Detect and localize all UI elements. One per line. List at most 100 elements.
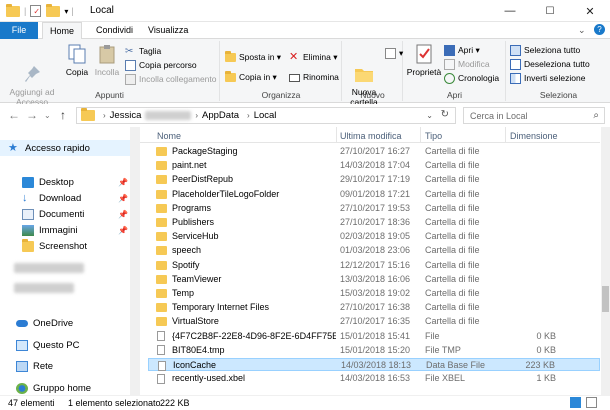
- copy-to-button[interactable]: Copia in ▾: [225, 71, 277, 84]
- delete-button[interactable]: ✕ Elimina ▾: [289, 51, 338, 64]
- rename-button[interactable]: Rinomina: [289, 71, 339, 84]
- tab-file[interactable]: File: [0, 22, 38, 39]
- copy-button[interactable]: Copia: [62, 43, 92, 77]
- file-row[interactable]: PackageStaging 27/10/2017 16:27 Cartella d…: [148, 145, 600, 158]
- customize-qa-icon[interactable]: ▾: [64, 7, 68, 16]
- breadcrumb-user[interactable]: Jessica: [110, 110, 142, 121]
- folder-icon: [156, 317, 167, 327]
- pictures-icon: [22, 224, 34, 236]
- select-all-button[interactable]: Seleziona tutto: [510, 44, 580, 57]
- ribbon-tabs: File Home Condividi Visualizza ⌄ ?: [0, 22, 610, 40]
- up-arrow-icon[interactable]: ↑: [60, 108, 66, 122]
- file-name: BIT80E4.tmp: [172, 344, 225, 355]
- nav-item-documents[interactable]: Documenti 📌: [0, 206, 130, 222]
- nav-item-homegroup[interactable]: Gruppo home: [0, 380, 130, 396]
- new-folder-qa-icon[interactable]: [46, 3, 61, 17]
- column-date[interactable]: Ultima modifica: [340, 131, 402, 141]
- file-row[interactable]: paint.net 14/03/2018 17:04 Cartella di fil…: [148, 159, 600, 172]
- file-name: Publishers: [172, 217, 215, 227]
- file-row[interactable]: PlaceholderTileLogoFolder 09/01/2018 17:2…: [148, 188, 600, 201]
- redacted-username: [145, 111, 192, 120]
- title-bar: | ✓ ▾ | Local — ☐ ✕: [0, 0, 610, 22]
- properties-qa-icon[interactable]: ✓: [30, 5, 42, 17]
- file-list: Nome Ultima modifica Tipo Dimensione Pac…: [140, 127, 610, 395]
- copy-path-button[interactable]: Copia percorso: [125, 59, 197, 72]
- breadcrumb-local[interactable]: Local: [254, 110, 277, 121]
- file-row[interactable]: recently-used.xbel 14/03/2018 16:53 File X…: [148, 372, 600, 385]
- paste-button[interactable]: Incolla: [92, 43, 122, 77]
- file-row[interactable]: BIT80E4.tmp 15/01/2018 15:20 File TMP 0 KB: [148, 344, 600, 357]
- file-date: 01/03/2018 23:06: [340, 245, 411, 256]
- open-button[interactable]: Apri ▾: [444, 44, 480, 57]
- file-row[interactable]: Programs 27/10/2017 19:53 Cartella di file: [148, 202, 600, 215]
- breadcrumb-appdata[interactable]: AppData: [202, 110, 239, 121]
- close-button[interactable]: ✕: [570, 0, 610, 22]
- new-item-button[interactable]: ▾: [385, 47, 403, 60]
- expand-ribbon-icon[interactable]: ⌄: [578, 25, 586, 36]
- cut-button[interactable]: ✂ Taglia: [125, 45, 161, 58]
- address-box[interactable]: › Jessica › AppData › Local ⌄ ↻: [76, 107, 456, 124]
- nav-quick-access[interactable]: ★ Accesso rapido: [0, 140, 130, 156]
- list-scrollbar-thumb[interactable]: [602, 286, 609, 312]
- file-size: 223 KB: [525, 360, 555, 370]
- paste-shortcut-button[interactable]: Incolla collegamento: [125, 73, 217, 86]
- tab-view[interactable]: Visualizza: [140, 22, 196, 39]
- file-row[interactable]: Publishers 27/10/2017 18:36 Cartella di fi…: [148, 216, 600, 229]
- column-name[interactable]: Nome: [157, 131, 181, 141]
- folder-icon: [156, 274, 167, 284]
- download-icon: ↓: [22, 191, 28, 204]
- file-date: 14/03/2018 16:53: [340, 373, 411, 384]
- select-none-button[interactable]: Deseleziona tutto: [510, 58, 590, 71]
- column-size[interactable]: Dimensione: [510, 131, 558, 141]
- minimize-button[interactable]: —: [490, 0, 530, 22]
- help-icon[interactable]: ?: [594, 24, 605, 35]
- file-row[interactable]: {4F7C2B8F-22E8-4D96-8F2E-6D4FF75E6D... 15…: [148, 330, 600, 343]
- nav-item-desktop[interactable]: Desktop 📌: [0, 174, 130, 190]
- search-input[interactable]: Cerca in Local ⌕: [463, 107, 605, 124]
- recent-locations-icon[interactable]: ⌄: [44, 111, 51, 120]
- history-button[interactable]: Cronologia: [444, 72, 499, 85]
- maximize-button[interactable]: ☐: [530, 0, 570, 22]
- file-type: Cartella di file: [425, 316, 480, 327]
- tiles-view-icon[interactable]: [586, 397, 597, 408]
- file-name-cell: IconCache: [157, 359, 337, 372]
- file-row[interactable]: TeamViewer 13/03/2018 16:06 Cartella di fi…: [148, 273, 600, 286]
- move-to-button[interactable]: Sposta in ▾: [225, 51, 281, 64]
- group-label-organize: Organizza: [261, 90, 301, 100]
- back-arrow-icon[interactable]: ←: [8, 108, 20, 122]
- nav-scrollbar[interactable]: [130, 127, 140, 395]
- edit-button[interactable]: Modifica: [444, 58, 490, 71]
- tab-home[interactable]: Home: [42, 22, 82, 40]
- file-row[interactable]: Temporary Internet Files 27/10/2017 16:38…: [148, 301, 600, 314]
- select-none-icon: [510, 59, 521, 70]
- status-selection: 1 elemento selezionato: [68, 398, 161, 408]
- file-row[interactable]: PeerDistRepub 29/10/2017 17:19 Cartella di…: [148, 173, 600, 186]
- forward-arrow-icon[interactable]: →: [26, 108, 38, 122]
- tab-share[interactable]: Condividi: [88, 22, 141, 39]
- file-row[interactable]: VirtualStore 27/10/2017 16:35 Cartella di …: [148, 315, 600, 328]
- nav-item-pictures[interactable]: Immagini 📌: [0, 222, 130, 238]
- file-row[interactable]: Temp 15/03/2018 19:02 Cartella di file: [148, 287, 600, 300]
- file-row[interactable]: Spotify 12/12/2017 15:16 Cartella di file: [148, 259, 600, 272]
- group-select: Seleziona tutto Deseleziona tutto Invert…: [507, 41, 610, 101]
- file-name: ServiceHub: [172, 231, 219, 242]
- invert-selection-button[interactable]: Inverti selezione: [510, 72, 585, 85]
- folder-icon: [156, 203, 167, 213]
- nav-item-onedrive[interactable]: OneDrive: [0, 315, 130, 331]
- file-row[interactable]: speech 01/03/2018 23:06 Cartella di file: [148, 244, 600, 257]
- refresh-icon[interactable]: ↻: [441, 109, 449, 120]
- nav-item-screenshot[interactable]: Screenshot: [0, 238, 130, 254]
- address-dropdown-icon[interactable]: ⌄: [426, 111, 433, 120]
- nav-item-network[interactable]: Rete: [0, 358, 130, 374]
- nav-item-download[interactable]: ↓ Download 📌: [0, 190, 130, 206]
- properties-button[interactable]: Proprietà: [406, 43, 442, 77]
- folder-icon: [156, 189, 167, 199]
- nav-item-this-pc[interactable]: Questo PC: [0, 337, 130, 353]
- list-scrollbar[interactable]: [601, 127, 610, 395]
- details-view-icon[interactable]: [570, 397, 581, 408]
- file-row[interactable]: IconCache 14/03/2018 18:13 Data Base File 2…: [148, 358, 600, 371]
- file-row[interactable]: ServiceHub 02/03/2018 19:05 Cartella di fi…: [148, 230, 600, 243]
- file-date: 15/03/2018 19:02: [340, 288, 411, 298]
- column-type[interactable]: Tipo: [425, 131, 442, 141]
- pin-icon: 📌: [118, 225, 128, 235]
